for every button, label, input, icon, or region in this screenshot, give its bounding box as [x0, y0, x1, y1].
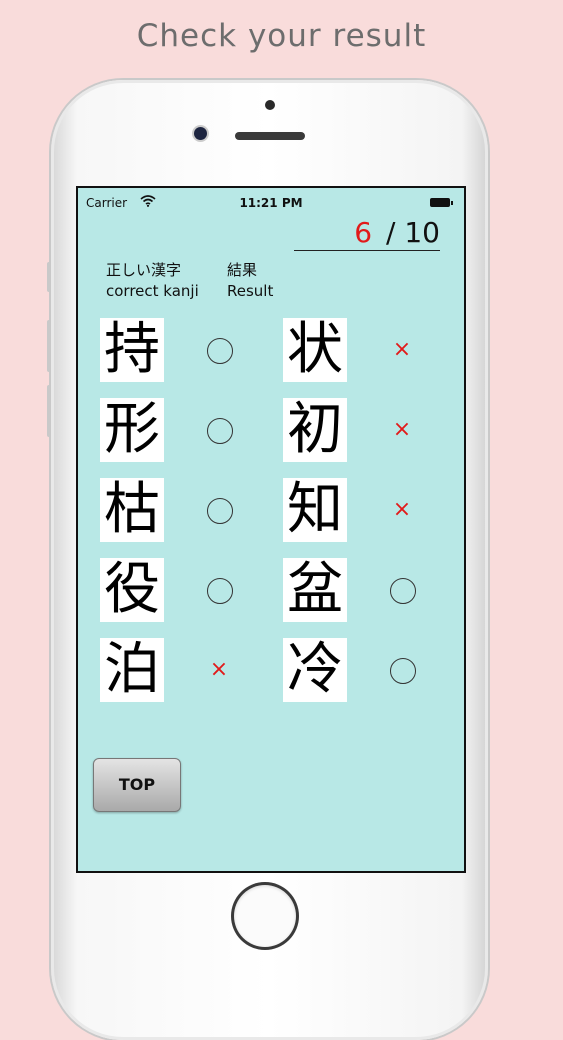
correct-mark-icon	[207, 578, 233, 604]
kanji-cell: 役	[100, 558, 164, 622]
front-camera-icon	[194, 127, 207, 140]
home-button[interactable]	[234, 885, 296, 947]
kanji-cell: 状	[283, 318, 347, 382]
wrong-mark-icon: ×	[392, 497, 412, 522]
earpiece-speaker	[235, 132, 305, 140]
wrong-mark-icon: ×	[392, 337, 412, 362]
header-result: 結果 Result	[227, 260, 273, 302]
proximity-sensor	[265, 100, 275, 110]
kanji-cell: 知	[283, 478, 347, 542]
volume-down-button	[47, 385, 51, 437]
kanji-cell: 盆	[283, 558, 347, 622]
header-kanji-jp: 正しい漢字	[106, 261, 182, 279]
header-result-jp: 結果	[227, 261, 258, 279]
total-count: / 10	[386, 216, 440, 249]
wrong-mark-icon: ×	[392, 417, 412, 442]
status-time: 11:21 PM	[239, 196, 303, 210]
correct-mark-icon	[207, 418, 233, 444]
top-button[interactable]: TOP	[93, 758, 181, 812]
kanji-cell: 泊	[100, 638, 164, 702]
correct-mark-icon	[207, 338, 233, 364]
kanji-cell: 初	[283, 398, 347, 462]
header-result-en: Result	[227, 282, 274, 300]
mute-switch	[47, 262, 51, 292]
status-bar: Carrier 11:21 PM	[78, 188, 464, 218]
correct-count: 6	[354, 216, 373, 249]
kanji-cell: 枯	[100, 478, 164, 542]
battery-icon	[430, 198, 453, 207]
headline: Check your result	[136, 18, 427, 54]
score-display: 6 / 10	[294, 216, 440, 251]
kanji-cell: 持	[100, 318, 164, 382]
wrong-mark-icon: ×	[209, 657, 229, 682]
kanji-cell: 冷	[283, 638, 347, 702]
volume-up-button	[47, 320, 51, 372]
correct-mark-icon	[390, 658, 416, 684]
correct-mark-icon	[207, 498, 233, 524]
header-kanji-en: correct kanji	[106, 282, 199, 300]
app-screen: Carrier 11:21 PM 6 / 10 正しい漢字 correct kan…	[76, 186, 466, 873]
header-correct-kanji: 正しい漢字 correct kanji	[106, 260, 199, 302]
kanji-cell: 形	[100, 398, 164, 462]
correct-mark-icon	[390, 578, 416, 604]
